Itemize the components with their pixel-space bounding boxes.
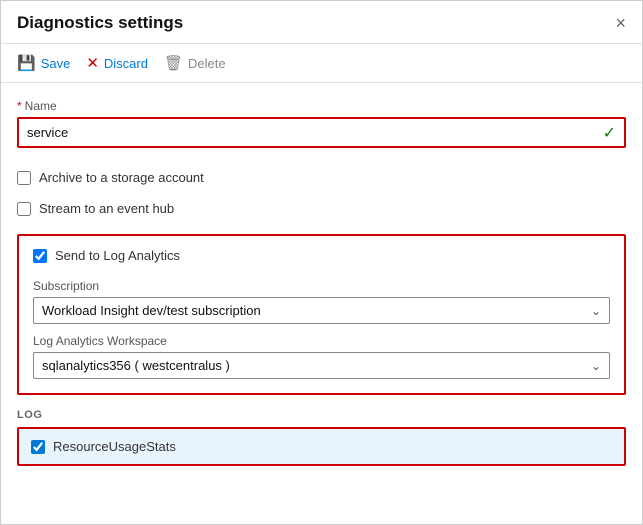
discard-button[interactable]: ✕ Discard xyxy=(86,52,148,74)
log-analytics-checkbox-row: Send to Log Analytics xyxy=(33,248,610,275)
workspace-label: Log Analytics Workspace xyxy=(33,334,610,348)
archive-checkbox[interactable] xyxy=(17,171,31,185)
subscription-label: Subscription xyxy=(33,279,610,293)
subscription-chevron-icon: ⌄ xyxy=(591,304,601,318)
discard-icon: ✕ xyxy=(86,54,99,72)
workspace-chevron-icon: ⌄ xyxy=(591,359,601,373)
name-input[interactable] xyxy=(19,119,603,146)
resource-usage-stats-checkbox[interactable] xyxy=(31,440,45,454)
content-area: *Name ✓ Archive to a storage account Str… xyxy=(1,83,642,524)
delete-button[interactable]: 🗑 Delete xyxy=(164,52,226,74)
stream-checkbox-row: Stream to an event hub xyxy=(17,193,626,224)
name-field-wrapper: ✓ xyxy=(17,117,626,148)
diagnostics-settings-dialog: Diagnostics settings × 💾 Save ✕ Discard … xyxy=(0,0,643,525)
delete-icon: 🗑 xyxy=(164,54,183,72)
log-items-box: ResourceUsageStats xyxy=(17,427,626,466)
resource-usage-stats-label[interactable]: ResourceUsageStats xyxy=(53,439,176,454)
subscription-dropdown[interactable]: Workload Insight dev/test subscription ⌄ xyxy=(33,297,610,324)
subscription-value: Workload Insight dev/test subscription xyxy=(42,303,591,318)
close-button[interactable]: × xyxy=(615,14,626,32)
log-analytics-section: Send to Log Analytics Subscription Workl… xyxy=(17,234,626,395)
save-icon: 💾 xyxy=(17,54,36,72)
name-field-label: *Name xyxy=(17,99,626,113)
log-analytics-label[interactable]: Send to Log Analytics xyxy=(55,248,180,263)
required-marker: * xyxy=(17,99,22,113)
archive-label[interactable]: Archive to a storage account xyxy=(39,170,204,185)
stream-checkbox[interactable] xyxy=(17,202,31,216)
toolbar: 💾 Save ✕ Discard 🗑 Delete xyxy=(1,44,642,83)
log-section: LOG ResourceUsageStats xyxy=(17,409,626,466)
name-valid-icon: ✓ xyxy=(603,123,624,143)
log-section-label: LOG xyxy=(17,409,626,421)
workspace-value: sqlanalytics356 ( westcentralus ) xyxy=(42,358,591,373)
log-item-row: ResourceUsageStats xyxy=(31,439,612,454)
dialog-title: Diagnostics settings xyxy=(17,13,183,33)
log-analytics-checkbox[interactable] xyxy=(33,249,47,263)
stream-label[interactable]: Stream to an event hub xyxy=(39,201,174,216)
archive-checkbox-row: Archive to a storage account xyxy=(17,162,626,193)
workspace-dropdown[interactable]: sqlanalytics356 ( westcentralus ) ⌄ xyxy=(33,352,610,379)
discard-label: Discard xyxy=(104,56,148,71)
delete-label: Delete xyxy=(188,56,226,71)
save-button[interactable]: 💾 Save xyxy=(17,52,70,74)
dialog-header: Diagnostics settings × xyxy=(1,1,642,44)
save-label: Save xyxy=(41,56,71,71)
